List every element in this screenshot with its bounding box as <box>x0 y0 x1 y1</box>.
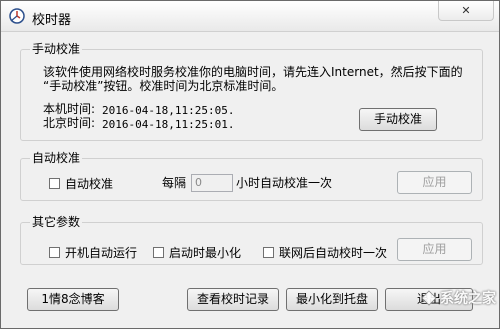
blog-link-button[interactable]: 1情8念博客 <box>27 288 119 311</box>
manual-calibration-group: 手动校准 该软件使用网络校时服务校准你的电脑时间，请先连入Internet，然后… <box>20 41 483 141</box>
auto-calibration-group: 自动校准 自动校准 每隔 0 小时自动校准一次 应用 <box>20 150 483 201</box>
other-parameters-legend: 其它参数 <box>30 214 83 230</box>
beijing-time-label: 北京时间: <box>43 116 96 130</box>
manual-calibration-legend: 手动校准 <box>30 41 83 57</box>
auto-calibrate-checkbox-label: 自动校准 <box>65 177 114 191</box>
title-bar[interactable]: 校时器 ✕ <box>1 1 499 32</box>
other-parameters-group: 其它参数 开机自动运行 启动时最小化 联网后自动校时一次 应用 <box>20 214 483 265</box>
minimize-to-tray-button[interactable]: 最小化到托盘 <box>286 288 378 311</box>
view-log-button[interactable]: 查看校时记录 <box>187 288 279 311</box>
manual-description-line1: 该软件使用网络校时服务校准你的电脑时间，请先连入Internet，然后按下面的 <box>43 65 463 79</box>
start-minimized-checkbox-box[interactable] <box>153 247 164 258</box>
close-button[interactable]: ✕ <box>438 1 494 21</box>
app-icon <box>9 8 25 24</box>
run-at-startup-label: 开机自动运行 <box>65 246 138 260</box>
auto-calibrate-checkbox-box[interactable] <box>49 178 60 189</box>
interval-suffix-label: 小时自动校准一次 <box>236 176 333 190</box>
beijing-time-value: 2016-04-18,11:25:01. <box>102 118 235 131</box>
auto-apply-button[interactable]: 应用 <box>397 171 472 194</box>
interval-prefix-label: 每隔 <box>162 176 187 190</box>
auto-calibration-legend: 自动校准 <box>30 150 83 166</box>
watermark-text: 系统之家 <box>440 291 496 307</box>
interval-hours-input[interactable]: 0 <box>191 174 233 192</box>
start-minimized-label: 启动时最小化 <box>169 246 242 260</box>
start-minimized-checkbox[interactable]: 启动时最小化 <box>153 244 241 261</box>
local-time-value: 2016-04-18,11:25:05. <box>102 104 235 117</box>
sync-after-connect-checkbox-box[interactable] <box>263 247 274 258</box>
run-at-startup-checkbox-box[interactable] <box>49 247 60 258</box>
watermark: 系统之家 <box>396 283 496 313</box>
auto-calibrate-checkbox[interactable]: 自动校准 <box>49 175 113 192</box>
run-at-startup-checkbox[interactable]: 开机自动运行 <box>49 244 137 261</box>
sync-after-connect-label: 联网后自动校时一次 <box>279 246 388 260</box>
other-apply-button[interactable]: 应用 <box>397 238 472 261</box>
local-time-label: 本机时间: <box>43 102 96 116</box>
window-title: 校时器 <box>32 13 72 28</box>
manual-description-line2: “手动校准”按钮。校准时间为北京标准时间。 <box>43 79 284 93</box>
app-window: 校时器 ✕ 手动校准 该软件使用网络校时服务校准你的电脑时间，请先连入Inter… <box>0 0 500 329</box>
sync-after-connect-checkbox[interactable]: 联网后自动校时一次 <box>263 244 387 261</box>
close-icon: ✕ <box>461 4 471 17</box>
watermark-logo-icon <box>421 290 437 306</box>
manual-calibrate-button[interactable]: 手动校准 <box>359 108 437 131</box>
